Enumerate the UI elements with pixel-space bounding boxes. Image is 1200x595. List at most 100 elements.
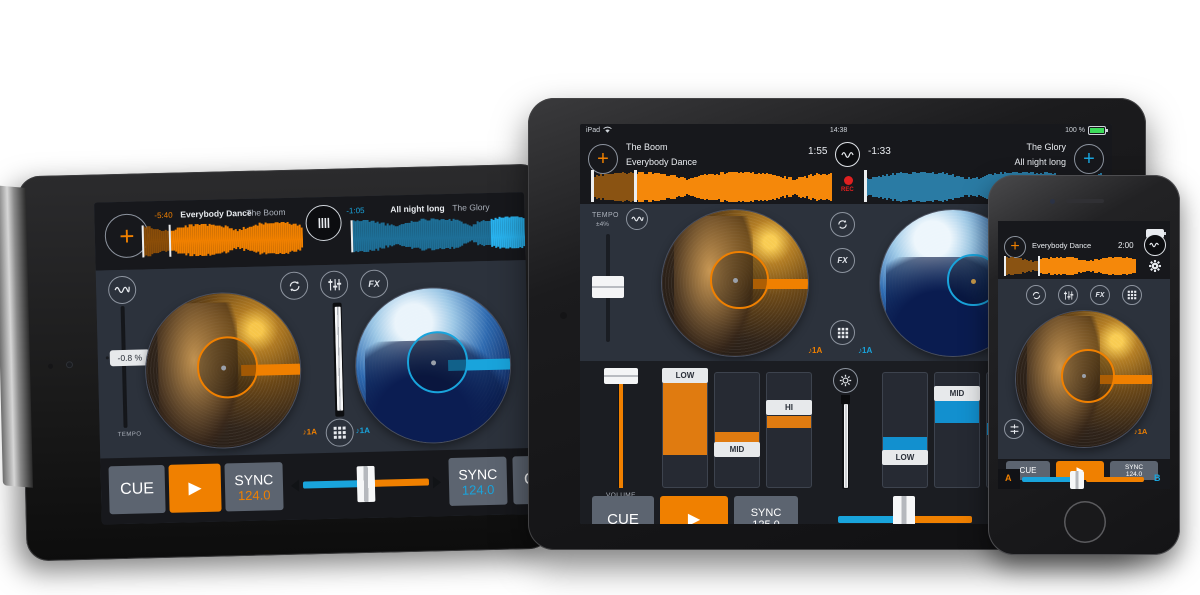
mix-meter-button[interactable] (626, 208, 648, 230)
deck-a-waveform[interactable] (592, 172, 832, 202)
crossfader-left-track (302, 480, 366, 489)
crossfader-a-label: A (1005, 473, 1012, 483)
tempo-center-dot (105, 356, 109, 360)
fx-label: FX (368, 278, 380, 289)
deck-a-cue-button[interactable]: CUE (108, 464, 166, 515)
loop-button[interactable] (1026, 285, 1046, 305)
crossfader-b-label: B (1154, 473, 1161, 483)
pads-grid-button[interactable] (830, 320, 855, 345)
deck-b-vinyl[interactable] (354, 286, 512, 445)
key-tag: ♪1A (1134, 427, 1148, 436)
deck-a-eq-mid[interactable] (714, 372, 760, 488)
deck-a-eq-low[interactable] (662, 372, 708, 488)
wifi-icon (603, 126, 612, 133)
deck-a-eq-mid-cap[interactable]: MID (714, 442, 760, 457)
crossfader-left-arrow (290, 479, 300, 492)
add-track-button-right[interactable]: + (1074, 144, 1104, 174)
deck-b-bpm: 124.0 (461, 481, 495, 498)
deck-a-track-title: Everybody Dance (180, 207, 252, 220)
mix-meter-button[interactable] (1004, 419, 1024, 439)
deck-a-cue-button[interactable]: CUE (592, 496, 654, 524)
track-title: Everybody Dance (1032, 241, 1092, 250)
deck-a-play-button[interactable]: ▶ (168, 463, 222, 513)
crossfader[interactable] (830, 496, 980, 524)
deck-b-eq-low-cap[interactable]: LOW (882, 450, 928, 465)
deck-b-remaining: -1:33 (868, 146, 891, 157)
deck-a-spindle (732, 277, 738, 283)
crossfader-knob[interactable] (1070, 471, 1084, 489)
play-icon: ▶ (188, 478, 202, 498)
deck-a-sync-button[interactable]: SYNC 125.0 (734, 496, 798, 524)
master-fader-knob[interactable] (843, 404, 848, 488)
deck-a-tempo-label: TEMPO (117, 431, 142, 439)
fx-button[interactable]: FX (1090, 285, 1110, 305)
rec-label: REC (841, 187, 854, 193)
eq-fill (663, 373, 707, 456)
eq-fill (935, 398, 979, 424)
grid-pads-icon (837, 327, 848, 338)
eq-sliders-icon (1063, 290, 1073, 300)
deck-a-track-artist: The Boom (246, 206, 286, 218)
deck-a-key-tag: ♪1A (302, 427, 318, 437)
waveform-bar (522, 218, 526, 246)
deck-a-eq-hi-cap[interactable]: HI (766, 400, 812, 415)
deck-b-remaining-time: -1:05 (346, 206, 365, 216)
home-button[interactable] (1064, 501, 1106, 543)
sync-label: SYNC (750, 507, 782, 519)
plus-icon: + (118, 220, 135, 251)
waveform-toggle-icon (841, 151, 854, 158)
pads-grid-button[interactable] (1122, 285, 1142, 305)
deck-a-volume-knob[interactable] (604, 368, 638, 384)
crossfader-right-track (1086, 477, 1144, 482)
crossfader[interactable] (302, 465, 430, 504)
waveform-toggle-button[interactable] (835, 142, 860, 167)
earpiece-speaker-icon (1066, 199, 1104, 203)
deck-a-sync-button[interactable]: SYNC 124.0 (224, 462, 284, 512)
gear-icon (839, 374, 852, 387)
crossfader-knob[interactable] (893, 496, 915, 524)
eq-button[interactable] (1058, 285, 1078, 305)
sync-label: SYNC (1124, 463, 1144, 471)
plus-icon: + (1083, 148, 1095, 170)
deck-vinyl[interactable] (1016, 311, 1152, 447)
deck-a-tempo-value[interactable]: -0.8 % (109, 349, 151, 367)
deck-b-sync-button[interactable]: SYNC 124.0 (448, 456, 508, 507)
deck-b-waveform[interactable] (352, 216, 526, 253)
deck-a-vinyl-label (710, 250, 769, 310)
ipad-left-device: + -5:40 Everybody Dance The Boom -1:05 A… (0, 163, 552, 562)
deck-b-spindle (970, 278, 976, 284)
status-bar: iPad 14:38 100 % (580, 124, 1112, 136)
deck-a-eq-hi[interactable] (766, 372, 812, 488)
settings-button[interactable] (1146, 257, 1164, 275)
crossfader-knob[interactable] (356, 465, 376, 503)
track-waveform[interactable] (1006, 257, 1136, 275)
deck-a-tempo-knob[interactable] (592, 276, 624, 298)
deck-b-artist: The Glory (1026, 142, 1066, 152)
crossfader[interactable] (1022, 471, 1146, 489)
deck-b-title: All night long (1014, 157, 1066, 167)
deck-a-waveform[interactable] (142, 222, 304, 258)
iphone-screen: + Everybody Dance 2:00 FX ♪1A CUE ▶ SYNC… (998, 221, 1170, 489)
tempo-range: ±4% (596, 221, 609, 228)
ipad-left-screen: + -5:40 Everybody Dance The Boom -1:05 A… (94, 192, 532, 525)
settings-button[interactable] (833, 368, 858, 393)
deck-a-eq-low-cap[interactable]: LOW (662, 368, 708, 383)
gear-icon (1149, 260, 1161, 272)
sync-label: SYNC (234, 470, 274, 488)
loop-button[interactable] (830, 212, 855, 237)
rec-indicator[interactable] (844, 176, 853, 185)
crossfader-left-track (838, 516, 900, 523)
deck-a-vinyl[interactable] (144, 291, 303, 450)
deck-b-eq-mid-cap[interactable]: MID (934, 386, 980, 401)
sync-label: SYNC (458, 465, 498, 483)
devices-stage: + -5:40 Everybody Dance The Boom -1:05 A… (0, 0, 1200, 595)
waveform-toggle-button[interactable] (1144, 234, 1166, 256)
deck-a-play-button[interactable]: ▶ (660, 496, 728, 524)
deck-a-vinyl[interactable] (662, 210, 808, 356)
fx-button[interactable]: FX (830, 248, 855, 273)
crossfader-right-track (366, 478, 430, 488)
deck-a-key-tag: ♪1A (808, 346, 823, 355)
deck-b-eq-low[interactable] (882, 372, 928, 488)
add-track-button[interactable]: + (1004, 236, 1026, 258)
playhead (1038, 256, 1040, 276)
